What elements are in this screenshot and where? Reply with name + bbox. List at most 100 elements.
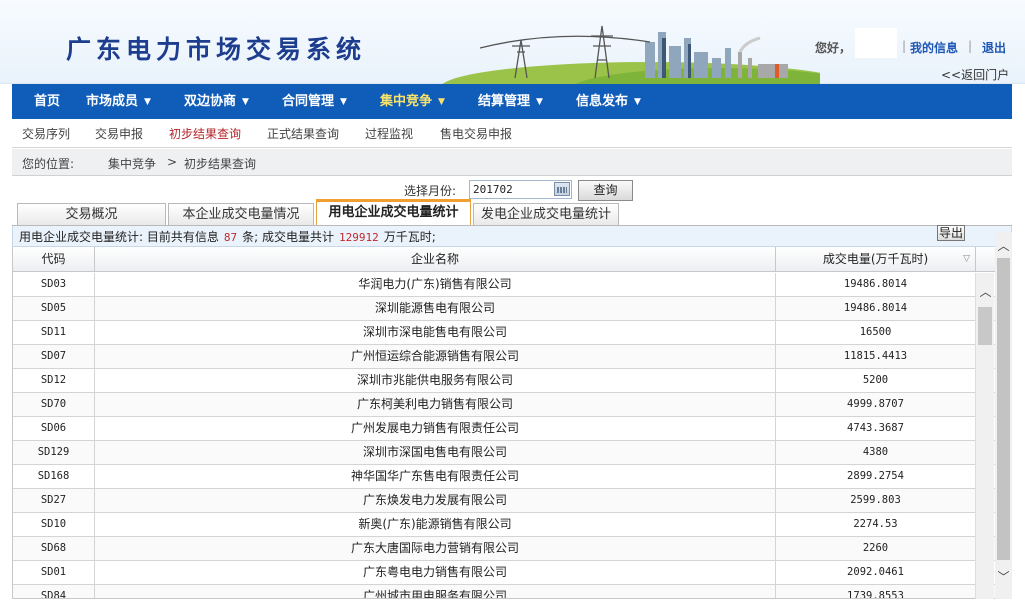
scrollbar-thumb[interactable] <box>997 258 1010 560</box>
table-row[interactable]: SD03 华润电力(广东)销售有限公司 19486.8014 <box>13 273 995 297</box>
breadcrumb-separator: > <box>167 155 178 169</box>
table-row[interactable]: SD10 新奥(广东)能源销售有限公司 2274.53 <box>13 513 995 537</box>
nav-item-label: 首页 <box>34 94 61 109</box>
table-row[interactable]: SD70 广东柯美利电力销售有限公司 4999.8707 <box>13 393 995 417</box>
subnav-trade-declare[interactable]: 交易申报 <box>95 125 143 142</box>
chevron-down-icon: ▼ <box>536 97 543 107</box>
cell-company-name: 深圳市兆能供电服务有限公司 <box>95 369 776 392</box>
table-row[interactable]: SD68 广东大唐国际电力营销有限公司 2260 <box>13 537 995 561</box>
system-title: 广东电力市场交易系统 <box>66 35 367 64</box>
table-row[interactable]: SD01 广东粤电电力销售有限公司 2092.0461 <box>13 561 995 585</box>
stats-suffix: 万千瓦时; <box>383 230 436 244</box>
column-header-code[interactable]: 代码 <box>13 247 95 272</box>
export-button[interactable]: 导出 <box>937 225 965 241</box>
cell-code: SD84 <box>13 585 95 598</box>
sub-nav: 交易序列 交易申报 初步结果查询 正式结果查询 过程监视 售电交易申报 <box>12 119 1012 148</box>
chevron-down-icon: ▼ <box>340 97 347 107</box>
cell-volume: 2260 <box>776 537 976 560</box>
table-row[interactable]: SD84 广州城市用电服务有限公司 1739.8553 <box>13 585 995 598</box>
cell-company-name: 深圳市深国电售电有限公司 <box>95 441 776 464</box>
table-row[interactable]: SD12 深圳市兆能供电服务有限公司 5200 <box>13 369 995 393</box>
stats-prefix: 用电企业成交电量统计: 目前共有信息 <box>19 230 219 244</box>
table-header: 代码 企业名称 成交电量(万千瓦时) ▽ <box>13 247 995 272</box>
scrollbar-thumb[interactable] <box>978 307 992 345</box>
scroll-down-icon[interactable]: ﹀ <box>995 568 1012 585</box>
my-info-link[interactable]: 我的信息 <box>910 39 958 56</box>
data-grid: 代码 企业名称 成交电量(万千瓦时) ▽ SD03 华润电力(广东)销售有限公司 1… <box>12 247 995 599</box>
nav-item-label: 市场成员 <box>86 94 139 109</box>
cell-volume: 19486.8014 <box>776 273 976 296</box>
nav-item-home[interactable]: 首页 <box>34 84 60 119</box>
cell-volume: 4380 <box>776 441 976 464</box>
page-scrollbar[interactable]: ︿ ﹀ <box>995 232 1012 599</box>
subnav-formal-result[interactable]: 正式结果查询 <box>267 125 339 142</box>
table-row[interactable]: SD27 广东焕发电力发展有限公司 2599.803 <box>13 489 995 513</box>
cell-code: SD12 <box>13 369 95 392</box>
cell-volume: 5200 <box>776 369 976 392</box>
column-header-volume[interactable]: 成交电量(万千瓦时) ▽ <box>776 247 976 272</box>
tab-trade-overview[interactable]: 交易概况 <box>17 203 166 226</box>
nav-item-label: 合同管理 <box>282 94 335 109</box>
cell-code: SD03 <box>13 273 95 296</box>
chevron-down-icon: ▼ <box>634 97 641 107</box>
sort-icon[interactable]: ▽ <box>963 247 970 271</box>
cell-code: SD129 <box>13 441 95 464</box>
tab-generator-volume[interactable]: 发电企业成交电量统计 <box>473 203 619 226</box>
subnav-process-monitor[interactable]: 过程监视 <box>365 125 413 142</box>
cell-company-name: 广东粤电电力销售有限公司 <box>95 561 776 584</box>
greeting-text: 您好， <box>815 41 852 55</box>
separator: | <box>968 39 973 53</box>
user-name-redacted <box>855 28 897 58</box>
cell-code: SD168 <box>13 465 95 488</box>
nav-item-label: 集中竞争 <box>380 94 433 109</box>
nav-item-market-members[interactable]: 市场成员 ▼ <box>86 84 151 119</box>
table-scrollbar[interactable]: ︿ <box>975 273 994 599</box>
scroll-up-icon[interactable]: ︿ <box>976 283 995 303</box>
cell-company-name: 广东焕发电力发展有限公司 <box>95 489 776 512</box>
table-row[interactable]: SD05 深圳能源售电有限公司 19486.8014 <box>13 297 995 321</box>
subnav-preliminary-result[interactable]: 初步结果查询 <box>169 125 241 142</box>
cell-code: SD68 <box>13 537 95 560</box>
total-volume: 129912 <box>338 231 379 244</box>
nav-item-settlement[interactable]: 结算管理 ▼ <box>478 84 543 119</box>
cell-code: SD06 <box>13 417 95 440</box>
table-row[interactable]: SD07 广州恒运综合能源销售有限公司 11815.4413 <box>13 345 995 369</box>
cell-code: SD07 <box>13 345 95 368</box>
tab-consumer-volume[interactable]: 用电企业成交电量统计 <box>316 199 471 226</box>
table-row[interactable]: SD11 深圳市深电能售电有限公司 16500 <box>13 321 995 345</box>
city-skyline-banner-image <box>442 25 820 84</box>
subnav-retail-declare[interactable]: 售电交易申报 <box>440 125 512 142</box>
nav-item-centralized-competition[interactable]: 集中竞争 ▼ <box>380 84 445 119</box>
tab-own-volume[interactable]: 本企业成交电量情况 <box>168 203 314 226</box>
cell-company-name: 新奥(广东)能源销售有限公司 <box>95 513 776 536</box>
cell-code: SD01 <box>13 561 95 584</box>
cell-code: SD27 <box>13 489 95 512</box>
cell-code: SD70 <box>13 393 95 416</box>
breadcrumb-item-current: 初步结果查询 <box>184 157 257 171</box>
calendar-icon[interactable] <box>554 182 570 196</box>
table-row[interactable]: SD06 广州发展电力销售有限责任公司 4743.3687 <box>13 417 995 441</box>
cell-company-name: 华润电力(广东)销售有限公司 <box>95 273 776 296</box>
back-to-portal-link[interactable]: <<返回门户 <box>941 66 1009 83</box>
logout-link[interactable]: 退出 <box>982 39 1006 56</box>
record-count: 87 <box>223 231 238 244</box>
subnav-trade-sequence[interactable]: 交易序列 <box>22 125 70 142</box>
cell-volume: 4999.8707 <box>776 393 976 416</box>
nav-item-label: 双边协商 <box>184 94 237 109</box>
breadcrumb: 您的位置: 集中竞争 > 初步结果查询 <box>12 149 1012 176</box>
column-header-name[interactable]: 企业名称 <box>95 247 776 272</box>
table-row[interactable]: SD168 神华国华广东售电有限责任公司 2899.2754 <box>13 465 995 489</box>
nav-item-info-release[interactable]: 信息发布 ▼ <box>576 84 641 119</box>
breadcrumb-label: 您的位置: <box>22 157 75 171</box>
nav-item-label: 结算管理 <box>478 94 531 109</box>
separator: | <box>902 39 907 53</box>
stats-mid: 条; 成交电量共计 <box>242 230 334 244</box>
nav-item-contracts[interactable]: 合同管理 ▼ <box>282 84 347 119</box>
cell-company-name: 广东大唐国际电力营销有限公司 <box>95 537 776 560</box>
cell-volume: 2274.53 <box>776 513 976 536</box>
scroll-up-icon[interactable]: ︿ <box>995 237 1012 254</box>
cell-volume: 11815.4413 <box>776 345 976 368</box>
nav-item-bilateral[interactable]: 双边协商 ▼ <box>184 84 249 119</box>
table-row[interactable]: SD129 深圳市深国电售电有限公司 4380 <box>13 441 995 465</box>
query-button[interactable]: 查询 <box>578 180 633 201</box>
